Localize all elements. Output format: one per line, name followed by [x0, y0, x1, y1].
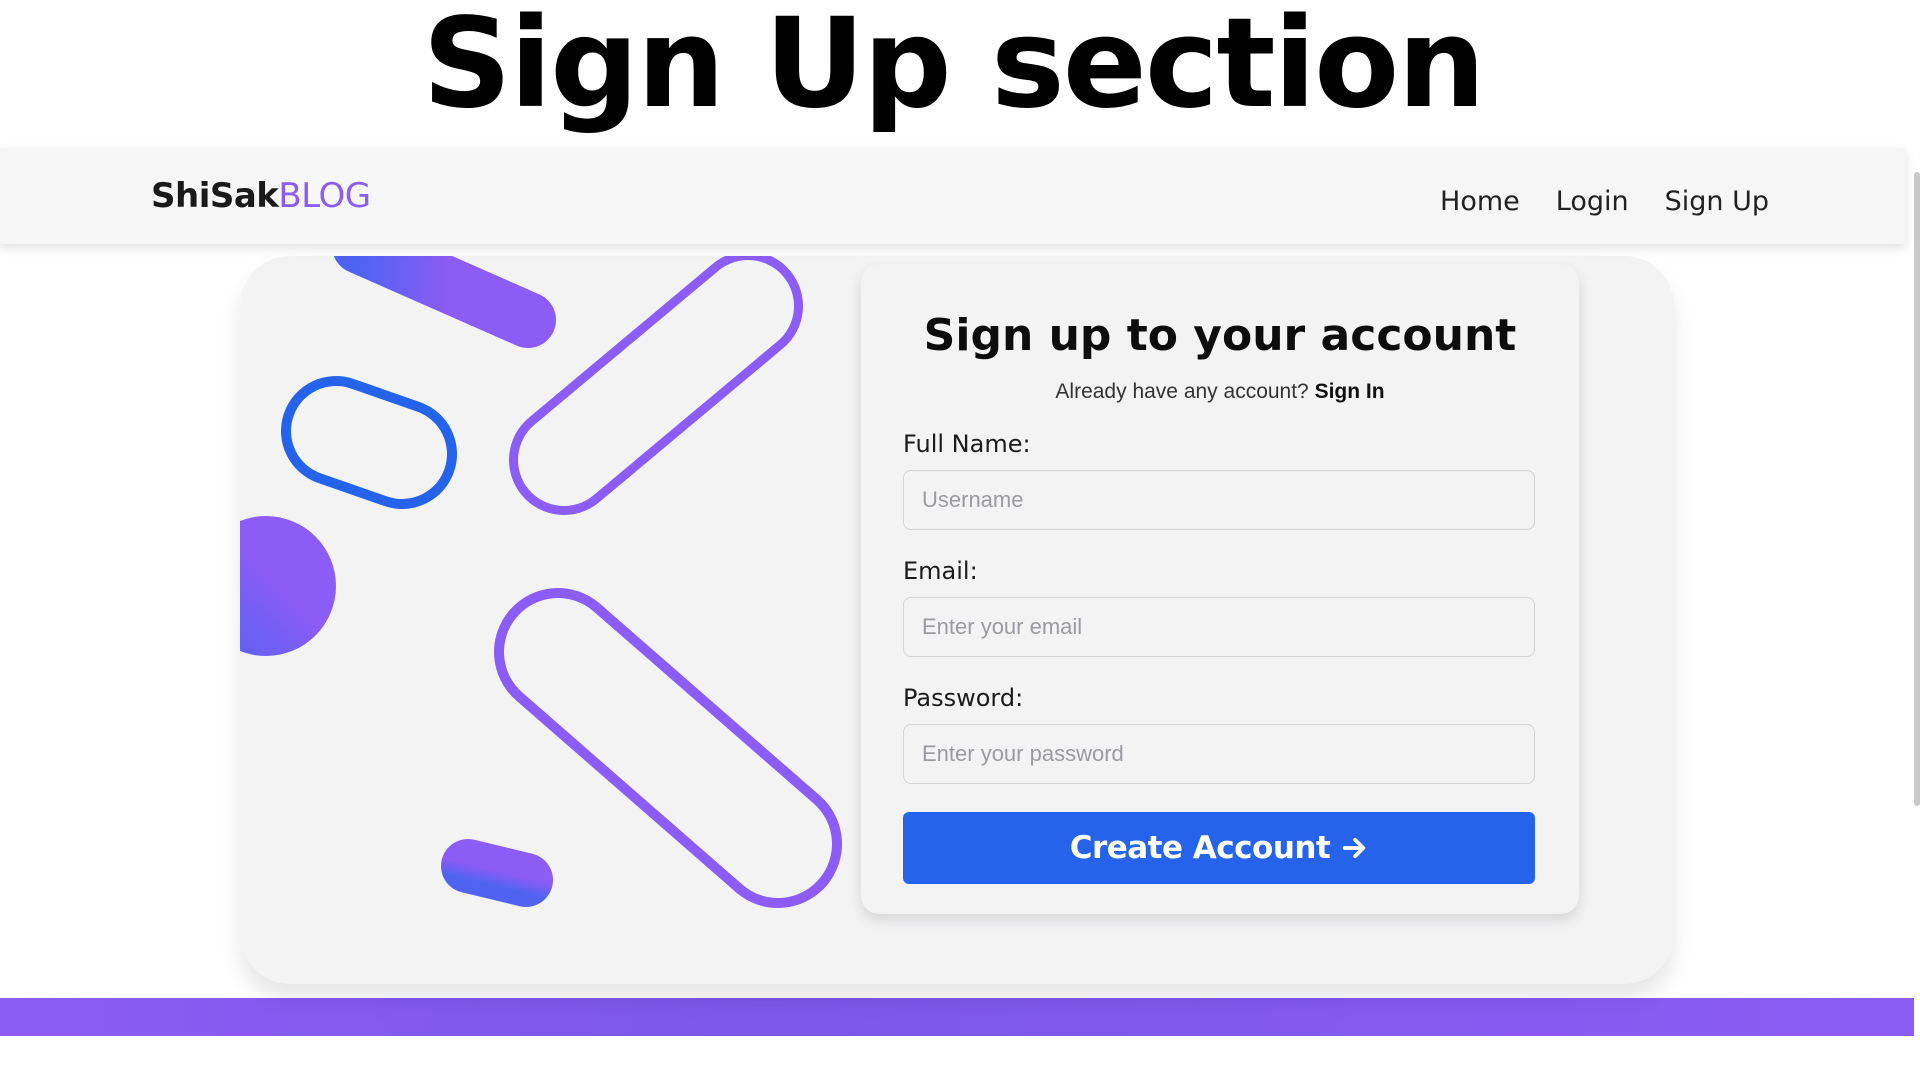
form-subtitle-text: Already have any account?: [1055, 380, 1309, 403]
email-input[interactable]: [903, 597, 1535, 657]
arrow-right-icon: [1343, 837, 1366, 859]
signup-form: Sign up to your account Already have any…: [861, 264, 1579, 914]
browser-page: ShiSakBLOG Home Login Sign Up Sign up to…: [0, 148, 1914, 1036]
navbar: ShiSakBLOG Home Login Sign Up: [0, 148, 1906, 244]
brand-name: ShiSak: [151, 176, 279, 216]
signup-card: Sign up to your account Already have any…: [240, 256, 1674, 984]
nav-link-login[interactable]: Login: [1556, 186, 1629, 217]
password-input[interactable]: [903, 724, 1535, 784]
email-label: Email:: [903, 557, 978, 585]
page-caption: Sign Up section: [422, 0, 1485, 136]
decor-capsule-bottom: [441, 839, 553, 907]
full-name-input[interactable]: [903, 470, 1535, 530]
decor-capsule-top: [334, 256, 556, 348]
password-label: Password:: [903, 684, 1024, 712]
scrollbar[interactable]: [1914, 172, 1920, 806]
create-account-button[interactable]: Create Account: [903, 812, 1535, 884]
decor-half-circle: [240, 516, 336, 656]
brand-logo[interactable]: ShiSakBLOG: [151, 176, 371, 216]
nav-link-home[interactable]: Home: [1440, 186, 1520, 217]
create-account-label: Create Account: [1069, 830, 1331, 866]
signin-link[interactable]: Sign In: [1315, 380, 1385, 403]
brand-accent: BLOG: [278, 176, 371, 216]
form-title: Sign up to your account: [923, 310, 1517, 361]
nav-links: Home Login Sign Up: [1440, 186, 1769, 217]
nav-link-signup[interactable]: Sign Up: [1665, 186, 1769, 217]
full-name-label: Full Name:: [903, 430, 1031, 458]
footer-strip: [0, 998, 1914, 1036]
form-subtitle: Already have any account? Sign In: [861, 380, 1579, 404]
decorative-shapes: [240, 256, 842, 908]
